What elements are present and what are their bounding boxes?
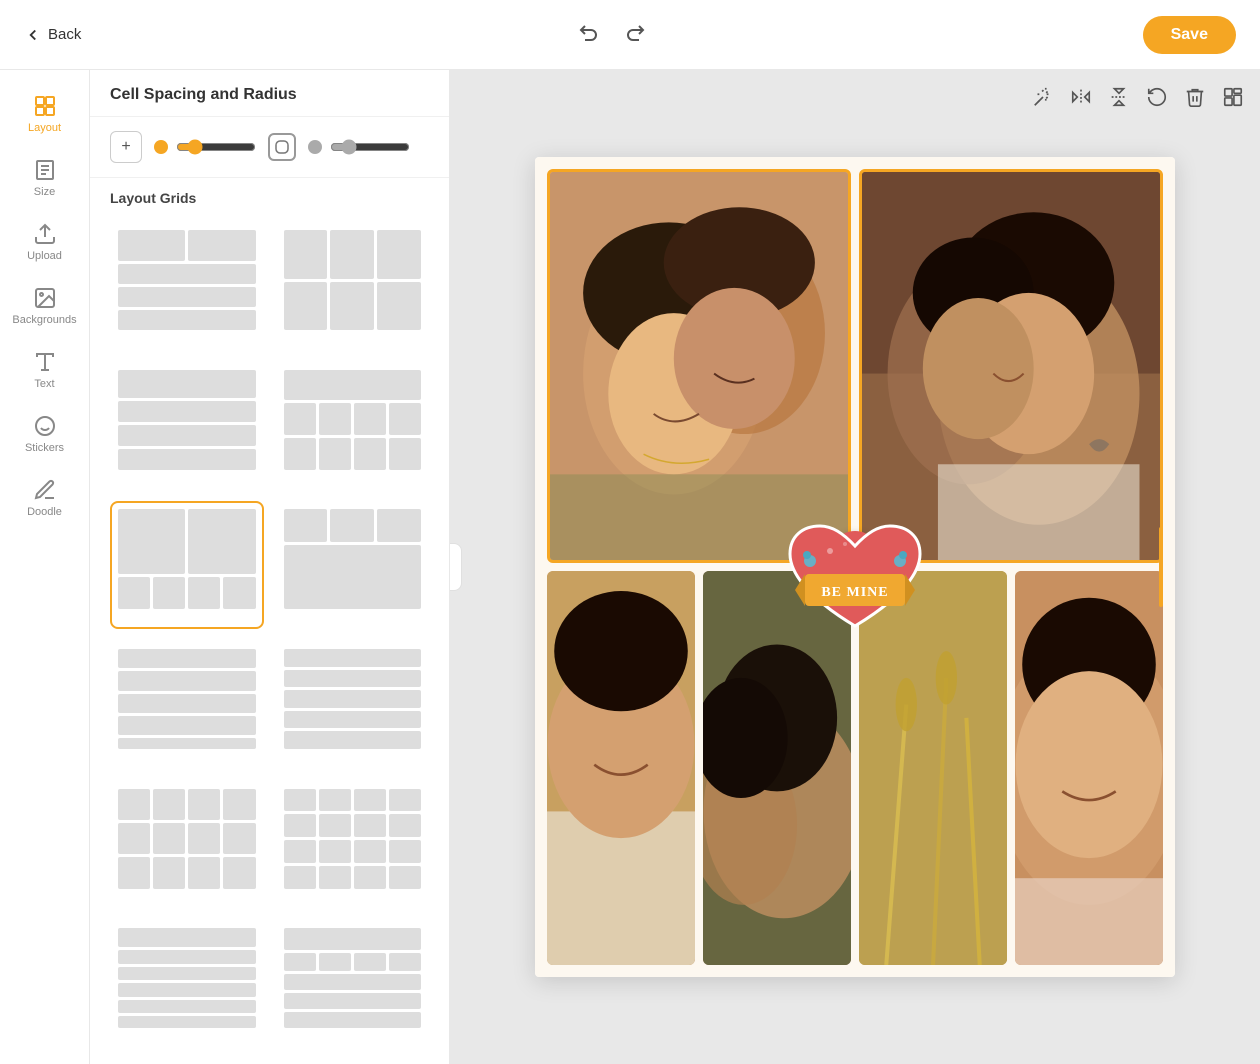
nav-label-backgrounds: Backgrounds [12,314,76,326]
redo-icon [622,20,646,44]
nav-label-text: Text [34,378,54,390]
radius-slider[interactable] [330,139,410,155]
grid-template-9[interactable] [110,781,264,909]
spacing-slider[interactable] [176,139,256,155]
upload-icon [33,222,57,246]
photo-1-fill [550,172,848,560]
photo-3-svg [547,571,695,965]
rotate-button[interactable] [1146,86,1168,114]
svg-text:BE MINE: BE MINE [821,585,888,600]
grid-template-11[interactable] [110,920,264,1048]
flip-h-icon [1070,86,1092,108]
grid-template-5[interactable] [110,501,264,629]
be-mine-sticker: BE MINE [785,516,925,636]
panel-collapse-button[interactable] [450,543,462,591]
stickers-icon [33,414,57,438]
grid-template-list [90,214,449,1064]
photo-6-fill [1015,571,1163,965]
nav-item-stickers[interactable]: Stickers [5,406,85,462]
nav-item-upload[interactable]: Upload [5,214,85,270]
spacing-dot [154,140,168,154]
flip-vertical-button[interactable] [1108,86,1130,114]
undo-button[interactable] [578,20,602,50]
nav-item-doodle[interactable]: Doodle [5,470,85,526]
nav-label-doodle: Doodle [27,506,62,518]
canvas-toolbar [1032,86,1244,114]
back-label: Back [48,26,81,43]
delete-button[interactable] [1184,86,1206,114]
main-content: Layout Size Upload Backgrounds [0,70,1260,1064]
icon-nav: Layout Size Upload Backgrounds [0,70,90,1064]
top-bar: Back Save [0,0,1260,70]
magic-wand-button[interactable] [1032,86,1054,114]
photo-cell-2[interactable] [859,169,1163,563]
rotate-icon [1146,86,1168,108]
flip-horizontal-button[interactable] [1070,86,1092,114]
bottom-row: BE MINE [547,571,1163,965]
back-arrow-icon [24,26,42,44]
save-button[interactable]: Save [1143,16,1236,54]
grid-template-4[interactable] [276,362,430,490]
photo-1-svg [550,172,848,560]
radius-dot [308,140,322,154]
photo-3-fill [547,571,695,965]
grid-template-8[interactable] [276,641,430,769]
nav-item-backgrounds[interactable]: Backgrounds [5,278,85,334]
canvas-area: ♥ ♥ ♥ ♥ ♥ ♥ ♥ ♥ ♥ ♥ [450,70,1260,1064]
radius-slider-group [308,139,410,155]
layout-icon [33,94,57,118]
section-label: Layout Grids [90,178,449,214]
nav-label-upload: Upload [27,250,62,262]
photo-cell-6[interactable] [1015,571,1163,965]
text-icon [33,350,57,374]
spacing-slider-group [154,139,256,155]
photo-6-svg [1015,571,1163,965]
be-mine-svg: BE MINE [785,516,925,636]
layout-switch-button[interactable] [1222,86,1244,114]
redo-button[interactable] [622,20,646,50]
add-spacing-button[interactable]: + [110,131,142,163]
layout-switch-icon [1222,86,1244,108]
grid-template-2[interactable] [276,222,430,350]
nav-item-size[interactable]: Size [5,150,85,206]
nav-label-layout: Layout [28,122,61,134]
back-button[interactable]: Back [24,26,81,44]
photo-cell-1[interactable] [547,169,851,563]
nav-item-layout[interactable]: Layout [5,86,85,142]
grid-template-12[interactable] [276,920,430,1048]
nav-label-stickers: Stickers [25,442,64,454]
spacing-controls: + [90,117,449,178]
photo-grid: BE MINE [547,169,1163,965]
undo-redo-controls [578,20,646,50]
grid-template-1[interactable] [110,222,264,350]
magic-wand-icon [1032,86,1054,108]
panel-title: Cell Spacing and Radius [90,70,449,117]
size-icon [33,158,57,182]
layout-panel: Cell Spacing and Radius + Layout Grids [90,70,450,1064]
grid-template-10[interactable] [276,781,430,909]
nav-label-size: Size [34,186,55,198]
photo-2-fill [862,172,1160,560]
grid-template-6[interactable] [276,501,430,629]
selection-indicator [1159,527,1163,607]
photo-2-svg [862,172,1160,560]
top-row [547,169,1163,563]
chevron-left-icon [450,561,454,573]
radius-icon [268,133,296,161]
backgrounds-icon [33,286,57,310]
collage-canvas[interactable]: ♥ ♥ ♥ ♥ ♥ ♥ ♥ ♥ ♥ ♥ [535,157,1175,977]
grid-template-3[interactable] [110,362,264,490]
doodle-icon [33,478,57,502]
grid-template-7[interactable] [110,641,264,769]
nav-item-text[interactable]: Text [5,342,85,398]
photo-cell-3[interactable] [547,571,695,965]
undo-icon [578,20,602,44]
delete-icon [1184,86,1206,108]
flip-v-icon [1108,86,1130,108]
